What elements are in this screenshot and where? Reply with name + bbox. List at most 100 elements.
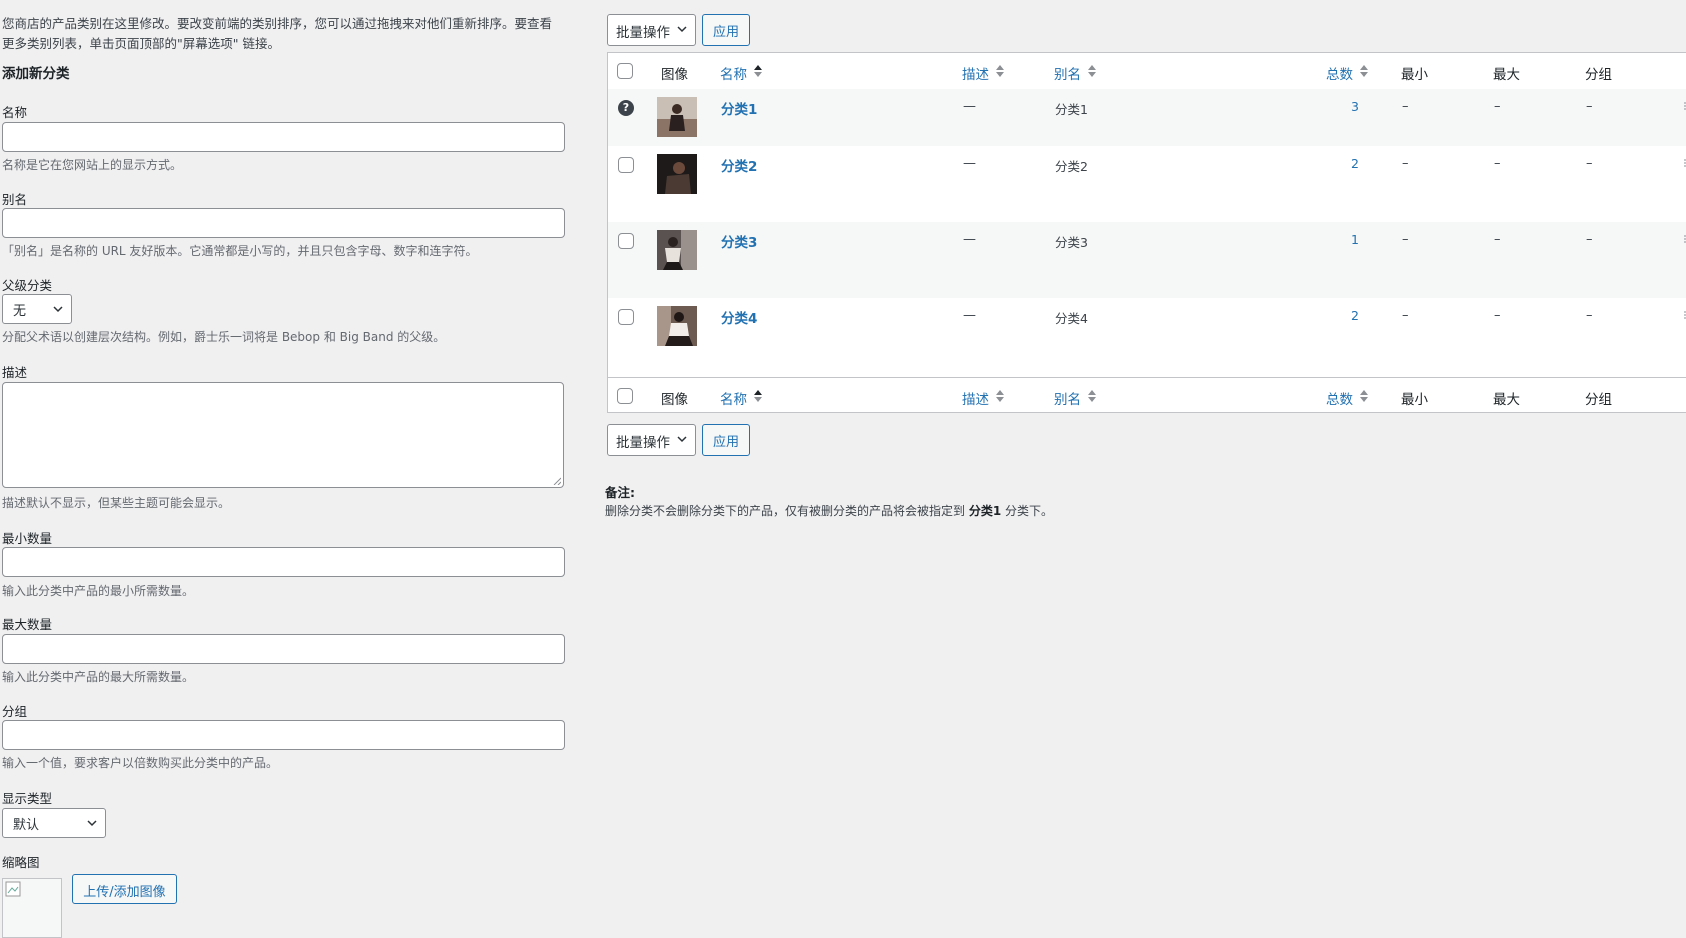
column-name[interactable]: 名称 (720, 388, 762, 408)
description-textarea[interactable] (2, 382, 564, 488)
column-count[interactable]: 总数 (1326, 388, 1368, 408)
parent-label: 父级分类 (2, 278, 53, 293)
help-icon[interactable]: ? (618, 100, 634, 116)
note-text-after: 分类下。 (1005, 504, 1054, 518)
min-quantity-label: 最小数量 (2, 531, 53, 546)
category-description: — (963, 232, 976, 247)
max-quantity-description: 输入此分类中产品的最大所需数量。 (2, 670, 195, 684)
category-group: – (1586, 99, 1593, 114)
chevron-down-icon (87, 820, 97, 827)
column-slug-label: 别名 (1054, 392, 1081, 408)
description-description: 描述默认不显示，但某些主题可能会显示。 (2, 496, 231, 510)
select-all-checkbox-footer[interactable] (617, 388, 633, 404)
column-group: 分组 (1585, 392, 1612, 408)
max-quantity-input[interactable] (2, 634, 565, 664)
chevron-down-icon (677, 26, 687, 33)
category-count-link[interactable]: 2 (1351, 156, 1359, 171)
category-slug: 分类3 (1055, 235, 1088, 250)
max-quantity-label: 最大数量 (2, 617, 53, 632)
column-slug[interactable]: 别名 (1054, 388, 1096, 408)
category-group: – (1586, 232, 1593, 247)
category-name-link[interactable]: 分类1 (721, 98, 757, 118)
category-count-link[interactable]: 2 (1351, 308, 1359, 323)
column-image: 图像 (661, 392, 688, 408)
bulk-actions-value: 批量操作 (616, 25, 670, 41)
column-min: 最小 (1401, 67, 1428, 83)
category-slug: 分类2 (1055, 159, 1088, 174)
display-type-label: 显示类型 (2, 791, 53, 806)
min-quantity-input[interactable] (2, 547, 565, 577)
column-name[interactable]: 名称 (720, 63, 762, 83)
column-description[interactable]: 描述 (962, 63, 1004, 83)
categories-table: 图像 名称 描述 别名 总数 最小 最大 分组 ? 分类1 — 分类1 3 – … (607, 52, 1686, 413)
category-group: – (1586, 156, 1593, 171)
sort-arrows-icon (1360, 65, 1368, 77)
category-max: – (1494, 156, 1501, 171)
min-quantity-description: 输入此分类中产品的最小所需数量。 (2, 584, 195, 598)
category-count-link[interactable]: 3 (1351, 99, 1359, 114)
apply-button-top[interactable]: 应用 (702, 14, 750, 46)
category-min: – (1402, 156, 1409, 171)
table-header: 图像 名称 描述 别名 总数 最小 最大 分组 (608, 53, 1686, 90)
chevron-down-icon (677, 436, 687, 443)
group-label: 分组 (2, 704, 28, 719)
group-description: 输入一个值，要求客户以倍数购买此分类中的产品。 (2, 756, 279, 770)
description-label: 描述 (2, 365, 28, 380)
column-max: 最大 (1493, 67, 1520, 83)
note-default-category: 分类1 (968, 504, 1002, 518)
category-thumbnail (657, 230, 697, 270)
column-count-label: 总数 (1326, 67, 1353, 83)
slug-input[interactable] (2, 208, 565, 238)
sort-arrows-icon (754, 65, 762, 77)
form-title: 添加新分类 (2, 66, 70, 82)
sort-arrows-icon (1360, 390, 1368, 402)
column-max: 最大 (1493, 392, 1520, 408)
category-min: – (1402, 232, 1409, 247)
category-name-link[interactable]: 分类2 (721, 155, 757, 175)
apply-button-bottom[interactable]: 应用 (702, 424, 750, 456)
name-label: 名称 (2, 105, 28, 120)
sort-arrows-icon (754, 390, 762, 402)
column-slug[interactable]: 别名 (1054, 63, 1096, 83)
display-type-select[interactable]: 默认 (2, 808, 106, 838)
column-name-label: 名称 (720, 67, 747, 83)
column-description-label: 描述 (962, 392, 989, 408)
category-slug: 分类4 (1055, 311, 1088, 326)
category-description: — (963, 99, 976, 114)
row-checkbox[interactable] (618, 309, 634, 325)
column-image: 图像 (661, 67, 688, 83)
table-row: 分类4 — 分类4 2 – – – (608, 298, 1686, 377)
category-max: – (1494, 308, 1501, 323)
group-input[interactable] (2, 720, 565, 750)
column-count[interactable]: 总数 (1326, 63, 1368, 83)
bulk-actions-value: 批量操作 (616, 435, 670, 451)
category-max: – (1494, 232, 1501, 247)
bulk-actions-select-bottom[interactable]: 批量操作 (607, 424, 696, 456)
category-group: – (1586, 308, 1593, 323)
sort-arrows-icon (996, 390, 1004, 402)
category-name-link[interactable]: 分类4 (721, 307, 757, 327)
category-name-link[interactable]: 分类3 (721, 231, 757, 251)
column-description[interactable]: 描述 (962, 388, 1004, 408)
slug-label: 别名 (2, 192, 28, 207)
category-count-link[interactable]: 1 (1351, 232, 1359, 247)
category-min: – (1402, 308, 1409, 323)
table-row: 分类3 — 分类3 1 – – – (608, 222, 1686, 298)
row-checkbox[interactable] (618, 233, 634, 249)
category-description: — (963, 156, 976, 171)
resize-handle-icon[interactable] (553, 477, 561, 485)
name-description: 名称是它在您网站上的显示方式。 (2, 158, 183, 172)
category-thumbnail (657, 306, 697, 346)
column-description-label: 描述 (962, 67, 989, 83)
category-thumbnail (657, 97, 697, 137)
slug-description: 「别名」是名称的 URL 友好版本。它通常都是小写的，并且只包含字母、数字和连字… (2, 244, 478, 258)
category-description: — (963, 308, 976, 323)
name-input[interactable] (2, 122, 565, 152)
upload-image-button[interactable]: 上传/添加图像 (72, 874, 177, 904)
row-checkbox[interactable] (618, 157, 634, 173)
display-type-value: 默认 (13, 818, 40, 833)
select-all-checkbox[interactable] (617, 63, 633, 79)
thumbnail-preview (2, 878, 62, 938)
bulk-actions-select-top[interactable]: 批量操作 (607, 14, 696, 46)
parent-select[interactable]: 无 (2, 294, 72, 324)
